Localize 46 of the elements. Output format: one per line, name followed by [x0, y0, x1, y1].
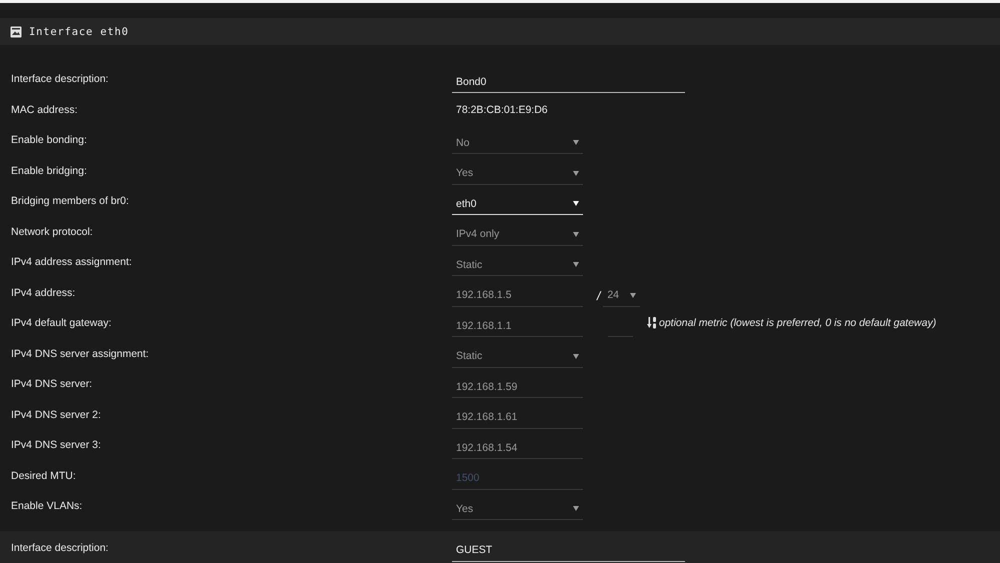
section-title: Interface eth0 [29, 26, 129, 38]
field-label: IPv4 DNS server 2: [10, 408, 102, 421]
dropdown[interactable]: Yes [452, 498, 583, 520]
image-icon [10, 26, 22, 38]
field-label: IPv4 default gateway: [10, 317, 112, 330]
input-field[interactable]: 1500 [452, 468, 583, 490]
caret-icon [573, 170, 579, 176]
field-label: Interface description: [10, 542, 110, 554]
field-label: IPv4 DNS server 3: [10, 439, 102, 452]
field-label: Bridging members of br0: [10, 195, 130, 208]
separator: / [597, 288, 600, 303]
dropdown[interactable]: Static [452, 346, 583, 368]
input-field[interactable]: 192.168.1.61 [452, 406, 583, 429]
sort-icon [647, 317, 657, 330]
dropdown[interactable]: IPv4 only [452, 224, 583, 246]
dropdown[interactable]: Yes [452, 162, 583, 185]
hint-text: optional metric (lowest is preferred, 0 is no default gateway) [659, 317, 936, 330]
field-label: Desired MTU: [10, 470, 77, 482]
caret-icon [573, 201, 579, 206]
dropdown[interactable]: Static [452, 254, 583, 276]
field-label: IPv4 DNS server: [10, 378, 94, 390]
field-label: MAC address: [10, 104, 79, 116]
field-label: Enable VLANs: [10, 500, 84, 512]
input-field[interactable]: 192.168.1.59 [452, 376, 583, 398]
text-field[interactable]: GUEST [452, 540, 685, 562]
dropdown[interactable]: No [452, 132, 583, 154]
dropdown[interactable]: 24 [603, 284, 640, 307]
caret-icon [573, 262, 579, 268]
text-field[interactable]: Bond0 [452, 71, 685, 94]
dropdown[interactable]: eth0 [452, 193, 583, 216]
field-label: Network protocol: [10, 226, 94, 238]
caret-icon [573, 354, 579, 359]
field-label: Enable bonding: [10, 134, 88, 146]
input-field[interactable]: 192.168.1.1 [452, 315, 583, 338]
caret-icon [573, 232, 579, 237]
caret-icon [630, 292, 636, 298]
caret-icon [573, 506, 579, 512]
field-label: IPv4 address: [10, 286, 76, 299]
input-field[interactable]: 192.168.1.5 [452, 284, 583, 307]
field-label: Enable bridging: [10, 164, 88, 177]
field-value: 78:2B:CB:01:E9:D6 [455, 104, 548, 116]
field-label: IPv4 DNS server assignment: [10, 348, 150, 360]
field-label: Interface description: [10, 73, 110, 86]
caret-icon [573, 140, 579, 146]
input-field[interactable]: 192.168.1.54 [452, 437, 583, 460]
field-label: IPv4 address assignment: [10, 256, 133, 268]
